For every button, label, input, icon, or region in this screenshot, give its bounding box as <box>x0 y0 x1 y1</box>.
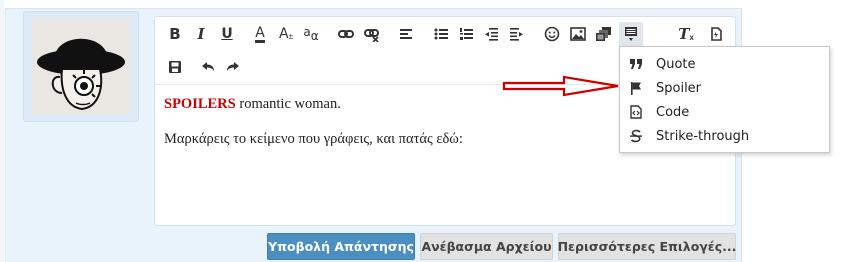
menu-item-code-label: Code <box>656 104 690 120</box>
strikethrough-icon <box>628 128 644 144</box>
bowler-hat-face-icon <box>37 38 125 111</box>
quote-icon <box>628 56 644 72</box>
bold-icon[interactable]: B <box>164 23 186 45</box>
text-color-glyph: A <box>255 24 265 43</box>
page: B I U A A ± aα T x SPOILERS romantic wom… <box>0 0 863 262</box>
indent-icon[interactable] <box>506 23 528 45</box>
bullet-list-icon[interactable] <box>430 23 452 45</box>
unlink-icon[interactable] <box>361 23 383 45</box>
image-icon[interactable] <box>567 23 589 45</box>
more-options-button[interactable]: Περισσότερες Επιλογές... <box>558 233 736 260</box>
code-icon <box>628 104 644 120</box>
numbered-list-icon[interactable] <box>455 23 477 45</box>
undo-icon[interactable] <box>197 56 219 78</box>
line1-rest-text: romantic woman. <box>235 96 341 112</box>
align-icon[interactable] <box>395 23 417 45</box>
font-family-sub-glyph: α <box>310 29 319 43</box>
font-size-sub-glyph: ± <box>288 32 293 41</box>
switch-bbcode-icon[interactable] <box>705 23 727 45</box>
underline-icon[interactable]: U <box>216 23 238 45</box>
insert-menu-icon[interactable] <box>619 22 643 46</box>
italic-icon[interactable]: I <box>190 23 212 45</box>
link-icon[interactable] <box>335 23 357 45</box>
upload-file-button[interactable]: Ανέβασμα Αρχείου <box>420 233 553 260</box>
more-options-label: Περισσότερες Επιλογές... <box>557 239 737 254</box>
avatar-image <box>32 19 130 114</box>
font-size-glyph: A <box>279 26 289 42</box>
redo-icon[interactable] <box>222 56 244 78</box>
save-draft-icon[interactable] <box>164 56 186 78</box>
menu-item-spoiler[interactable]: Spoiler <box>620 76 829 100</box>
font-family-glyph: a <box>303 25 311 39</box>
insert-dropdown-menu: Quote Spoiler Code Strike-through <box>619 46 830 153</box>
menu-item-spoiler-label: Spoiler <box>656 80 702 96</box>
submit-reply-label: Υποβολή Απάντησης <box>268 239 414 254</box>
bold-glyph: B <box>169 24 181 43</box>
menu-item-quote[interactable]: Quote <box>620 52 829 76</box>
spoiler-text: SPOILERS <box>164 96 236 112</box>
smilie-icon[interactable] <box>541 23 563 45</box>
menu-item-strikethrough-label: Strike-through <box>656 128 750 144</box>
text-color-icon[interactable]: A <box>249 23 271 45</box>
left-edge-strip <box>0 0 4 262</box>
avatar[interactable] <box>23 11 139 122</box>
menu-item-strikethrough[interactable]: Strike-through <box>620 124 829 148</box>
outdent-icon[interactable] <box>480 23 502 45</box>
remove-formatting-icon[interactable]: Tx <box>675 23 697 45</box>
italic-glyph: I <box>197 24 205 43</box>
underline-glyph: U <box>221 26 233 42</box>
annotation-arrow <box>502 74 622 98</box>
media-icon[interactable] <box>593 23 615 45</box>
menu-item-code[interactable]: Code <box>620 100 829 124</box>
flag-icon <box>628 80 644 96</box>
submit-reply-button[interactable]: Υποβολή Απάντησης <box>267 233 415 260</box>
font-family-icon[interactable]: aα <box>300 23 322 45</box>
font-size-icon[interactable]: A ± <box>275 23 297 45</box>
menu-item-quote-label: Quote <box>656 56 696 72</box>
upload-file-label: Ανέβασμα Αρχείου <box>421 239 552 254</box>
